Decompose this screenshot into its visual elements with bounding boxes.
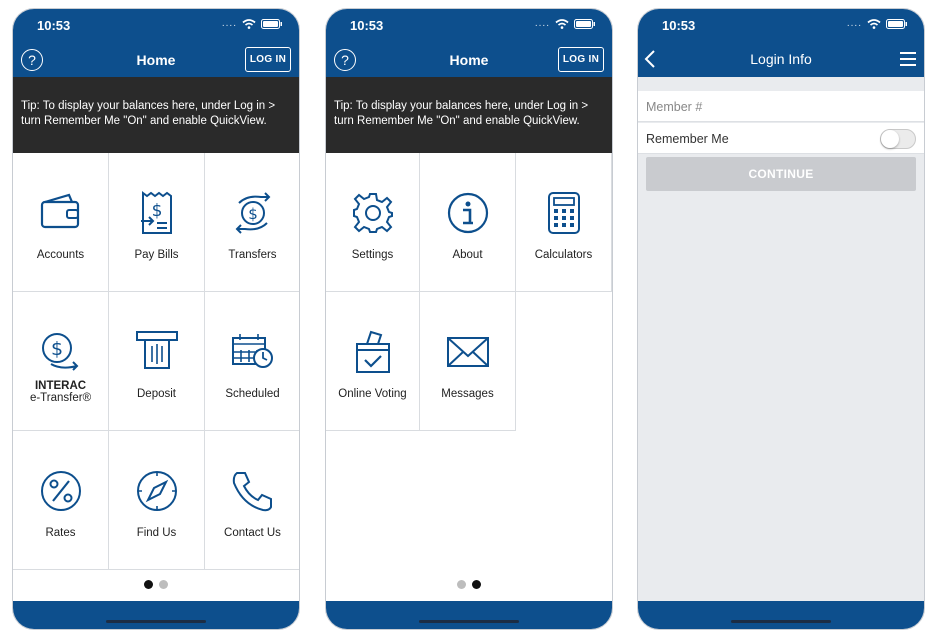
page-title: Login Info [750,51,812,67]
tile-label: Online Voting [338,388,407,400]
tile-label: About [452,249,483,261]
tile-label: Deposit [137,388,176,400]
bottom-bar [638,601,924,629]
status-bar: 10:53 .... [638,9,924,43]
tile-rates[interactable]: Rates [13,431,109,570]
tile-pay-bills[interactable]: $ Pay Bills [109,153,205,292]
page-indicator[interactable] [13,580,299,589]
tile-messages[interactable]: Messages [420,292,516,431]
status-icons: .... [847,18,908,29]
remember-me-row: Remember Me [638,123,924,154]
signal-icon: .... [534,18,550,29]
status-time: 10:53 [350,18,384,33]
status-time: 10:53 [37,18,71,33]
battery-icon [574,18,595,29]
phone-screen-login-info: 10:53 .... Login Info Member # Remember … [637,8,925,630]
status-icons: .... [222,18,283,29]
hamburger-menu-icon[interactable] [900,52,916,66]
compass-icon [136,471,177,511]
tile-label-line2: e-Transfer® [29,392,92,404]
home-indicator [106,620,206,623]
transfer-dollar-icon: $ [235,192,270,234]
tile-label: Pay Bills [134,249,179,261]
nav-bar: ? Home LOG IN [13,43,299,77]
svg-text:$: $ [248,205,258,223]
status-bar: 10:53 .... [326,9,612,43]
svg-text:$: $ [151,201,162,221]
status-bar: 10:53 .... [13,9,299,43]
login-button[interactable]: LOG IN [558,47,604,72]
status-icons: .... [535,18,596,29]
tile-transfers[interactable]: $ Transfers [205,153,299,292]
tile-label: Transfers [228,249,277,261]
page-dot [457,580,466,589]
tile-contact-us[interactable]: Contact Us [205,431,299,570]
tile-find-us[interactable]: Find Us [109,431,205,570]
remember-me-toggle[interactable] [880,129,916,149]
home-indicator [419,620,519,623]
bottom-bar [326,601,612,629]
calendar-clock-icon [231,334,273,368]
status-time: 10:53 [662,18,696,33]
tile-settings[interactable]: Settings [326,153,420,292]
phone-icon [232,472,272,512]
page-dot [159,580,168,589]
page-dot-active [144,580,153,589]
tile-label: INTERAC e-Transfer® [15,380,106,404]
tile-deposit[interactable]: Deposit [109,292,205,431]
tile-label: Settings [351,249,394,261]
bottom-bar [13,601,299,629]
login-button[interactable]: LOG IN [245,47,291,72]
tile-label: Messages [441,388,494,400]
wallet-icon [40,193,79,229]
continue-button[interactable]: CONTINUE [646,157,916,191]
tile-online-voting[interactable]: Online Voting [326,292,420,431]
tile-label: Contact Us [224,527,281,539]
remember-me-label: Remember Me [646,132,729,146]
home-indicator [731,620,831,623]
battery-icon [261,18,282,29]
tip-banner: Tip: To display your balances here, unde… [13,77,299,153]
phone-screen-home-page-1: 10:53 .... ? Home LOG IN Tip: To display… [12,8,300,630]
tile-label: Find Us [136,527,177,539]
tile-label: Rates [45,527,76,539]
envelope-icon [446,337,489,367]
tile-about[interactable]: About [420,153,516,292]
wifi-icon [242,18,256,29]
member-number-field[interactable]: Member # [638,91,924,122]
interac-dollar-icon: $ [41,333,78,371]
tile-label: Scheduled [225,388,280,400]
wifi-icon [555,18,569,29]
svg-text:$: $ [50,338,62,360]
gear-icon [352,193,393,233]
info-icon [447,192,488,234]
tile-label-line1: INTERAC [34,380,87,392]
calculator-icon [547,192,580,234]
nav-bar: Login Info [638,43,924,77]
tile-scheduled[interactable]: Scheduled [205,292,299,431]
toggle-knob [881,130,899,148]
signal-icon: .... [846,18,862,29]
tile-calculators[interactable]: Calculators [516,153,612,292]
nav-bar: ? Home LOG IN [326,43,612,77]
page-dot-active [472,580,481,589]
receipt-dollar-icon: $ [140,191,172,234]
login-form: Member # Remember Me CONTINUE [638,77,924,603]
phone-screen-home-page-2: 10:53 .... ? Home LOG IN Tip: To display… [325,8,613,630]
tile-interac-etransfer[interactable]: $ INTERAC e-Transfer® [13,292,109,431]
tile-label: Calculators [534,249,593,261]
tile-accounts[interactable]: Accounts [13,153,109,292]
atm-deposit-icon [135,331,178,369]
battery-icon [886,18,907,29]
wifi-icon [867,18,881,29]
tile-label: Accounts [36,249,85,261]
signal-icon: .... [221,18,237,29]
tip-banner: Tip: To display your balances here, unde… [326,77,612,153]
ballot-box-icon [355,330,390,373]
percent-icon [40,471,81,511]
page-indicator[interactable] [326,580,612,589]
